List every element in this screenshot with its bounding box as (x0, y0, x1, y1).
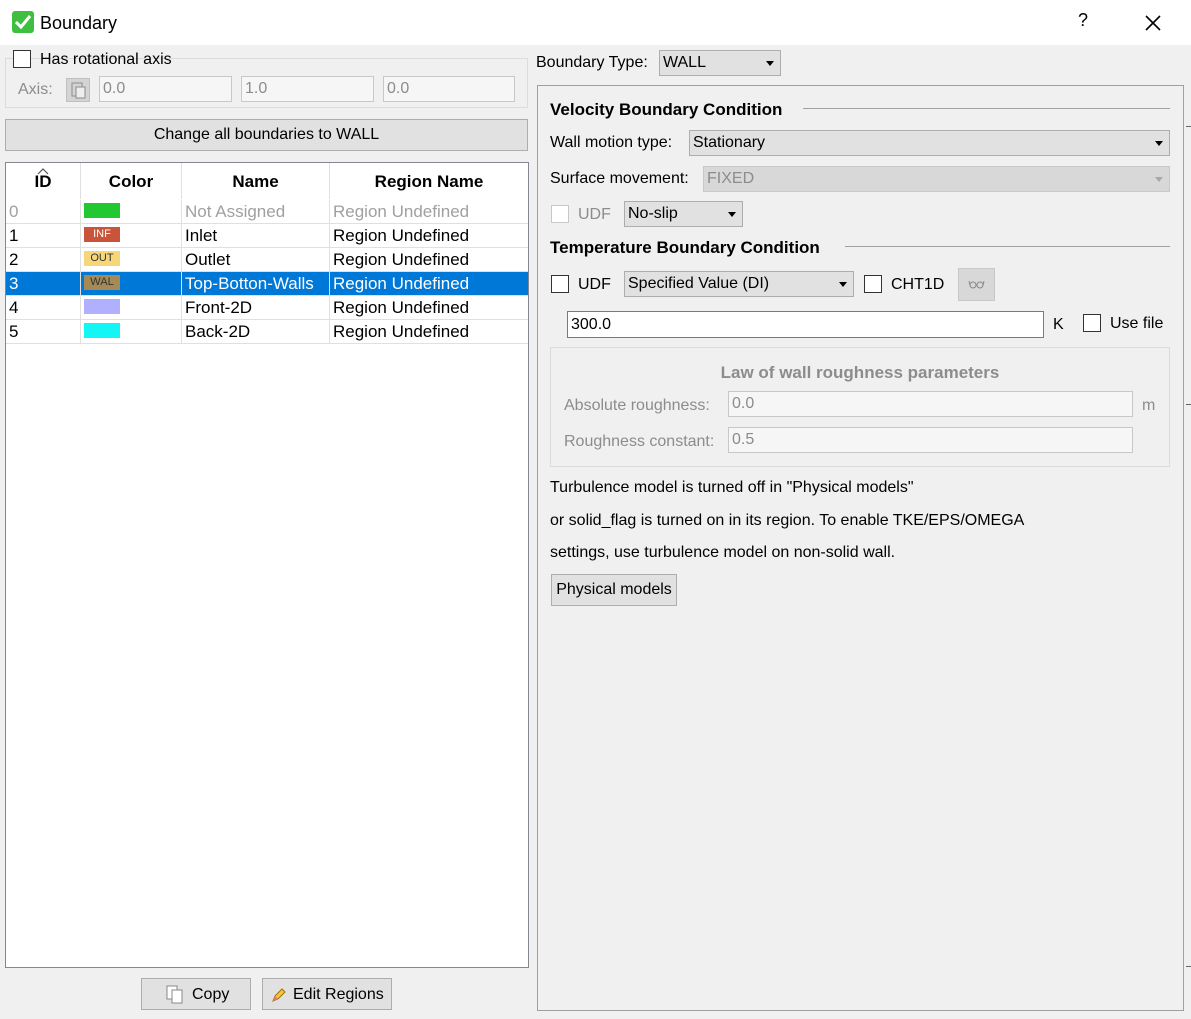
copy-icon (166, 985, 183, 1004)
temperature-mode-value: Specified Value (DI) (628, 275, 770, 292)
temperature-mode-select[interactable]: Specified Value (DI) (624, 271, 854, 297)
velocity-udf-label: UDF (578, 206, 611, 223)
has-rotational-axis-checkbox[interactable] (13, 50, 31, 68)
color-swatch: OUT (84, 251, 120, 266)
column-header-color[interactable]: Color (81, 172, 181, 192)
close-icon[interactable] (1141, 8, 1165, 36)
color-swatch: WAL (84, 275, 120, 290)
surface-movement-select[interactable]: FIXED (703, 166, 1170, 192)
axis-x-field[interactable]: 0.0 (99, 76, 232, 102)
chevron-down-icon (766, 61, 774, 66)
row-id: 3 (9, 274, 19, 293)
turbulence-note-line2: or solid_flag is turned on in its region… (550, 512, 1025, 529)
row-region: Region Undefined (333, 274, 470, 293)
roughness-title: Law of wall roughness parameters (720, 363, 1000, 382)
row-name: Not Assigned (185, 202, 286, 221)
temperature-udf-label: UDF (578, 276, 611, 293)
chevron-down-icon (1155, 141, 1163, 146)
surface-movement-value: FIXED (707, 170, 755, 187)
wall-motion-label: Wall motion type: (550, 134, 673, 151)
row-region: Region Undefined (333, 322, 470, 341)
row-id: 4 (9, 298, 19, 317)
color-swatch (84, 323, 120, 338)
window-title: Boundary (40, 13, 118, 33)
absolute-roughness-field[interactable]: 0.0 (728, 391, 1133, 417)
pencil-icon (272, 988, 286, 1002)
axis-label: Axis: (18, 81, 53, 98)
help-button[interactable]: ? (1072, 10, 1094, 34)
wall-motion-select[interactable]: Stationary (689, 130, 1170, 156)
boundary-type-label: Boundary Type: (536, 54, 648, 71)
absolute-roughness-label: Absolute roughness: (564, 397, 710, 414)
wall-motion-value: Stationary (693, 134, 766, 151)
boundary-type-value: WALL (663, 54, 706, 71)
use-file-checkbox[interactable] (1083, 314, 1101, 332)
slip-select[interactable]: No-slip (624, 201, 743, 227)
cht1d-label: CHT1D (891, 276, 945, 293)
row-id: 5 (9, 322, 19, 341)
slip-value: No-slip (628, 205, 678, 222)
roughness-constant-field[interactable]: 0.5 (728, 427, 1133, 453)
axis-z-field[interactable]: 0.0 (383, 76, 515, 102)
chevron-down-icon (728, 212, 736, 217)
turbulence-note-line1: Turbulence model is turned off in "Physi… (550, 479, 914, 496)
surface-movement-label: Surface movement: (550, 170, 689, 187)
row-id: 0 (9, 202, 19, 221)
column-header-name[interactable]: Name (182, 172, 329, 192)
velocity-section-title: Velocity Boundary Condition (550, 100, 783, 119)
color-swatch (84, 203, 120, 218)
color-swatch: INF (84, 227, 120, 242)
copy-button[interactable]: Copy (141, 978, 251, 1010)
row-id: 1 (9, 226, 19, 245)
row-id: 2 (9, 250, 19, 269)
checkmark-icon (12, 11, 34, 33)
row-name: Front-2D (185, 298, 253, 317)
row-region: Region Undefined (333, 226, 470, 245)
temperature-value-field[interactable]: 300.0 (567, 311, 1044, 338)
temperature-unit: K (1053, 316, 1064, 333)
cht1d-checkbox[interactable] (864, 275, 882, 293)
column-header-id[interactable]: ID (6, 172, 80, 192)
glasses-icon[interactable] (958, 268, 995, 301)
title-bar (0, 0, 1191, 45)
chevron-down-icon (1155, 177, 1163, 182)
use-file-label: Use file (1110, 315, 1164, 332)
velocity-udf-checkbox[interactable] (551, 205, 569, 223)
physical-models-button[interactable]: Physical models (551, 574, 677, 606)
row-region: Region Undefined (333, 250, 470, 269)
change-all-boundaries-button[interactable]: Change all boundaries to WALL (5, 119, 528, 151)
row-region: Region Undefined (333, 298, 470, 317)
has-rotational-axis-label: Has rotational axis (40, 51, 172, 68)
row-name: Back-2D (185, 322, 251, 341)
row-name: Top-Botton-Walls (185, 274, 314, 293)
roughness-constant-label: Roughness constant: (564, 433, 715, 450)
column-header-region[interactable]: Region Name (330, 172, 528, 192)
row-name: Inlet (185, 226, 218, 245)
copy-label: Copy (192, 986, 230, 1003)
temperature-value-text: 300.0 (571, 316, 612, 333)
absolute-roughness-unit: m (1142, 397, 1156, 414)
paste-icon[interactable] (66, 78, 90, 102)
row-region: Region Undefined (333, 202, 470, 221)
color-swatch (84, 299, 120, 314)
axis-y-field[interactable]: 1.0 (241, 76, 374, 102)
edit-regions-button[interactable]: Edit Regions (262, 978, 392, 1010)
chevron-down-icon (839, 282, 847, 287)
edit-regions-label: Edit Regions (293, 986, 384, 1003)
row-name: Outlet (185, 250, 231, 269)
temperature-section-title: Temperature Boundary Condition (550, 238, 820, 257)
temperature-udf-checkbox[interactable] (551, 275, 569, 293)
boundary-type-select[interactable]: WALL (659, 50, 781, 76)
turbulence-note-line3: settings, use turbulence model on non-so… (550, 544, 896, 561)
